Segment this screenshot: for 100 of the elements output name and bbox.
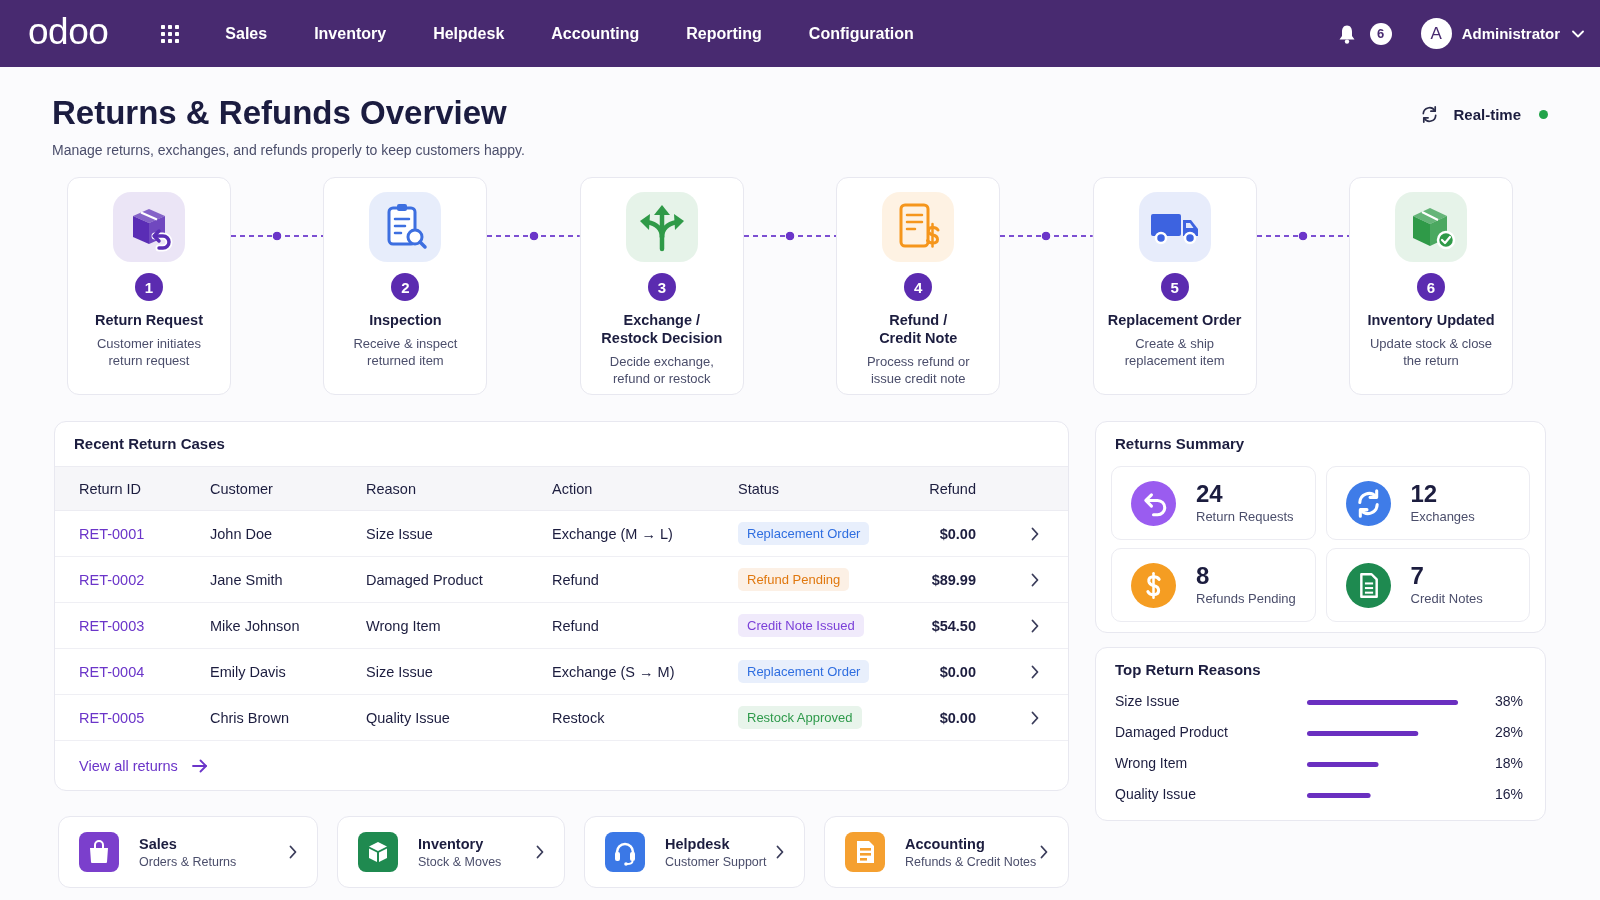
- step-description: Customer initiates return request: [96, 336, 201, 369]
- column-header: Reason: [366, 480, 416, 497]
- app-subtitle: Orders & Returns: [139, 853, 237, 870]
- step-title: Exchange / Restock Decision: [601, 311, 723, 347]
- table-cell: Quality Issue: [366, 709, 450, 726]
- step-description: Create & ship replacement item: [1124, 336, 1225, 369]
- user-avatar[interactable]: A: [1420, 18, 1452, 49]
- reason-label: Damaged Product: [1115, 724, 1228, 741]
- view-all-link[interactable]: View all returns: [79, 758, 178, 774]
- table-cell: Damaged Product: [366, 571, 483, 588]
- panel-title: Returns Summary: [1114, 434, 1246, 454]
- app-title: Accounting: [905, 834, 986, 853]
- app-subtitle: Refunds & Credit Notes: [905, 853, 1037, 870]
- return-id-link[interactable]: RET-0002: [79, 571, 145, 588]
- step-title: Return Request: [95, 311, 203, 329]
- app-title: Sales: [139, 834, 178, 853]
- page-subtitle: Manage returns, exchanges, and refunds properly to keep customers happy.: [52, 141, 525, 160]
- app-shortcut-card[interactable]: Inventory Stock & Moves: [337, 816, 565, 888]
- app-shortcut-card[interactable]: Helpdesk Customer Support: [584, 816, 805, 888]
- step-number: 3: [647, 273, 676, 301]
- page-title: Returns & Refunds Overview: [52, 93, 508, 133]
- chevron-right-icon[interactable]: [289, 845, 297, 859]
- step-number: 4: [904, 273, 933, 301]
- step-number: 5: [1160, 273, 1189, 301]
- status-tag: Restock Approved: [738, 706, 862, 729]
- reason-percentage: 18%: [1494, 755, 1523, 772]
- step-description: Decide exchange, refund or restock: [609, 354, 714, 387]
- return-id-link[interactable]: RET-0004: [79, 663, 145, 680]
- panel-title: Top Return Reasons: [1114, 660, 1262, 680]
- table-cell: Exchange (S → M): [552, 663, 675, 680]
- app-grid-icon[interactable]: [161, 24, 180, 43]
- chevron-right-icon[interactable]: [1040, 845, 1048, 859]
- chevron-right-icon[interactable]: [536, 845, 544, 859]
- step-description: Update stock & close the return: [1369, 336, 1493, 369]
- table-cell: Wrong Item: [366, 617, 441, 634]
- stat-value: 12: [1410, 481, 1439, 507]
- stat-label: Exchanges: [1410, 509, 1475, 525]
- app-shortcut-card[interactable]: Accounting Refunds & Credit Notes: [824, 816, 1069, 888]
- return-id-link[interactable]: RET-0005: [79, 709, 145, 726]
- stat-value: 7: [1410, 563, 1425, 589]
- refund-amount: $89.99: [931, 571, 976, 588]
- panel-title: Recent Return Cases: [73, 434, 226, 454]
- stat-label: Return Requests: [1196, 509, 1294, 525]
- table-cell: Mike Johnson: [210, 617, 300, 634]
- menu-item[interactable]: Sales: [225, 24, 268, 43]
- menu-item[interactable]: Reporting: [686, 24, 762, 43]
- user-menu[interactable]: Administrator: [1461, 25, 1560, 42]
- table-cell: Restock: [552, 709, 605, 726]
- step-description: Process refund or issue credit note: [866, 354, 970, 387]
- step-title: Replacement Order: [1107, 311, 1242, 329]
- table-cell: Chris Brown: [210, 709, 289, 726]
- table-cell: Emily Davis: [210, 663, 286, 680]
- chevron-right-icon[interactable]: [1031, 526, 1039, 541]
- step-title: Inspection: [369, 311, 442, 329]
- status-tag: Credit Note Issued: [738, 614, 864, 637]
- bar: [1307, 762, 1379, 767]
- refresh-icon[interactable]: [1420, 105, 1440, 124]
- chevron-right-icon[interactable]: [1031, 664, 1039, 679]
- menu-item[interactable]: Inventory: [314, 24, 387, 43]
- chevron-right-icon[interactable]: [1031, 710, 1039, 725]
- reason-percentage: 28%: [1494, 724, 1523, 741]
- menu-item[interactable]: Helpdesk: [433, 24, 505, 43]
- arrow-right-icon[interactable]: [191, 759, 208, 773]
- reason-percentage: 38%: [1494, 693, 1523, 710]
- step-number: 2: [391, 273, 420, 301]
- app-shortcut-card[interactable]: Sales Orders & Returns: [58, 816, 318, 888]
- menu-item[interactable]: Accounting: [551, 24, 640, 43]
- table-cell: Size Issue: [366, 663, 433, 680]
- column-header: Return ID: [79, 480, 142, 497]
- table-cell: John Doe: [210, 525, 273, 542]
- chevron-right-icon[interactable]: [776, 845, 784, 859]
- table-cell: Size Issue: [366, 525, 433, 542]
- menu-item[interactable]: Configuration: [808, 24, 914, 43]
- step-description: Receive & inspect returned item: [353, 336, 458, 369]
- table-cell: Exchange (M → L): [552, 525, 673, 542]
- column-header: Action: [552, 480, 593, 497]
- status-tag: Replacement Order: [738, 660, 870, 683]
- column-header: Customer: [210, 480, 273, 497]
- app-subtitle: Customer Support: [665, 853, 767, 870]
- refund-amount: $54.50: [931, 617, 976, 634]
- stat-value: 8: [1196, 563, 1211, 589]
- table-cell: Refund: [552, 571, 599, 588]
- app-title: Helpdesk: [665, 834, 731, 853]
- reason-percentage: 16%: [1494, 786, 1523, 803]
- notification-count: 6: [1369, 22, 1392, 45]
- bell-icon[interactable]: [1337, 23, 1356, 44]
- reason-label: Wrong Item: [1115, 755, 1188, 772]
- table-cell: Refund: [552, 617, 599, 634]
- logo[interactable]: odoo: [28, 13, 109, 50]
- return-id-link[interactable]: RET-0001: [79, 525, 145, 542]
- bar: [1307, 793, 1371, 798]
- app-title: Inventory: [418, 834, 485, 853]
- step-title: Inventory Updated: [1367, 311, 1495, 329]
- caret-icon[interactable]: [1572, 29, 1584, 38]
- app-subtitle: Stock & Moves: [418, 853, 502, 870]
- chevron-right-icon[interactable]: [1031, 618, 1039, 633]
- chevron-right-icon[interactable]: [1031, 572, 1039, 587]
- stat-label: Refunds Pending: [1196, 591, 1296, 607]
- stat-value: 24: [1196, 481, 1224, 507]
- return-id-link[interactable]: RET-0003: [79, 617, 145, 634]
